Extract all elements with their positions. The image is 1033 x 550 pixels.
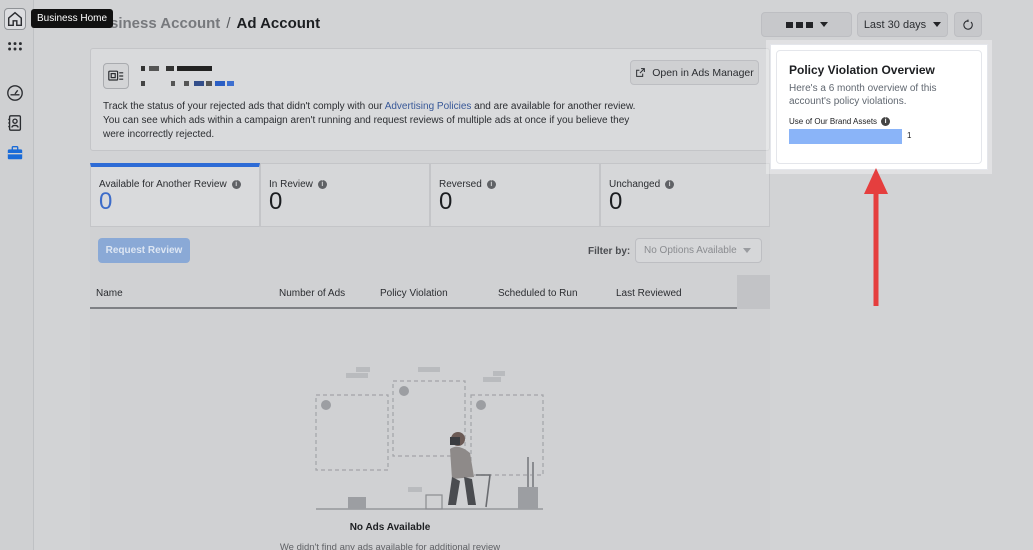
tab-available-for-another-review[interactable]: Available for Another Review i 0 [90,163,260,227]
home-icon[interactable] [4,8,26,30]
table-header-scroll-gutter [737,275,770,309]
overview-subtitle: Here's a 6 month overview of this accoun… [789,83,937,107]
column-header-last-reviewed[interactable]: Last Reviewed [616,288,682,299]
ad-account-info-card: Track the status of your rejected ads th… [90,48,770,151]
column-header-scheduled-to-run[interactable]: Scheduled to Run [498,288,578,299]
empty-state-subtitle: We didn't find any ads available for add… [279,542,501,550]
empty-state-title: No Ads Available [349,522,431,533]
chevron-down-icon [933,22,942,27]
left-rail [0,0,34,550]
metric-label: Use of Our Brand Assets i [789,117,891,126]
red-annotation-arrow-icon [864,168,888,306]
tab-count: 0 [99,188,113,215]
column-header-number-of-ads[interactable]: Number of Ads [279,288,345,299]
refresh-button[interactable] [954,12,982,37]
gauge-icon[interactable] [4,82,26,104]
external-link-icon [636,68,646,77]
redacted-account-name [785,21,813,28]
info-icon[interactable]: i [486,180,496,189]
info-icon[interactable]: i [231,180,241,189]
chevron-down-icon [819,22,828,27]
policy-violation-overview-card: Policy Violation Overview Here's a 6 mon… [770,44,988,170]
overview-title: Policy Violation Overview [789,63,935,77]
metric-bar [789,129,902,144]
briefcase-icon[interactable] [4,142,26,164]
table-header: Name Number of Ads Policy Violation Sche… [90,275,737,309]
info-icon[interactable]: i [317,180,327,189]
tab-count: 0 [609,188,623,215]
status-tabs: Available for Another Review i 0 In Revie… [90,163,770,227]
tab-reversed[interactable]: Reversed i 0 [430,163,600,227]
apps-grid-icon[interactable] [4,38,26,60]
tab-in-review[interactable]: In Review i 0 [260,163,430,227]
filter-label: Filter by: [588,246,631,257]
info-icon[interactable]: i [881,117,891,126]
tab-count: 0 [439,188,453,215]
breadcrumb: Business Account / Ad Account [90,15,320,32]
ad-account-icon [103,63,129,89]
advertising-policies-link[interactable]: Advertising Policies [385,101,472,112]
account-selector-button[interactable] [761,12,852,37]
breadcrumb-separator: / [226,15,231,32]
info-icon[interactable]: i [665,180,675,189]
column-header-name[interactable]: Name [96,288,123,299]
request-review-button[interactable]: Request Review [98,238,190,263]
refresh-icon [963,19,973,30]
date-range-button[interactable]: Last 30 days [857,12,948,37]
tab-count: 0 [269,188,283,215]
open-in-ads-manager-button[interactable]: Open in Ads Manager [630,60,759,85]
column-header-policy-violation[interactable]: Policy Violation [380,288,448,299]
info-description: Track the status of your rejected ads th… [103,101,636,140]
empty-state-illustration [315,367,544,510]
breadcrumb-current: Ad Account [236,15,321,32]
tab-unchanged[interactable]: Unchanged i 0 [600,163,770,227]
contact-card-icon[interactable] [4,112,26,134]
tooltip-business-home: Business Home [31,9,114,28]
ads-table-panel: Request Review Filter by: No Options Ava… [90,227,770,550]
date-range-label: Last 30 days [863,18,927,31]
filter-select[interactable]: No Options Available [635,238,762,263]
metric-count: 1 [907,131,912,140]
chevron-down-icon [743,248,751,253]
